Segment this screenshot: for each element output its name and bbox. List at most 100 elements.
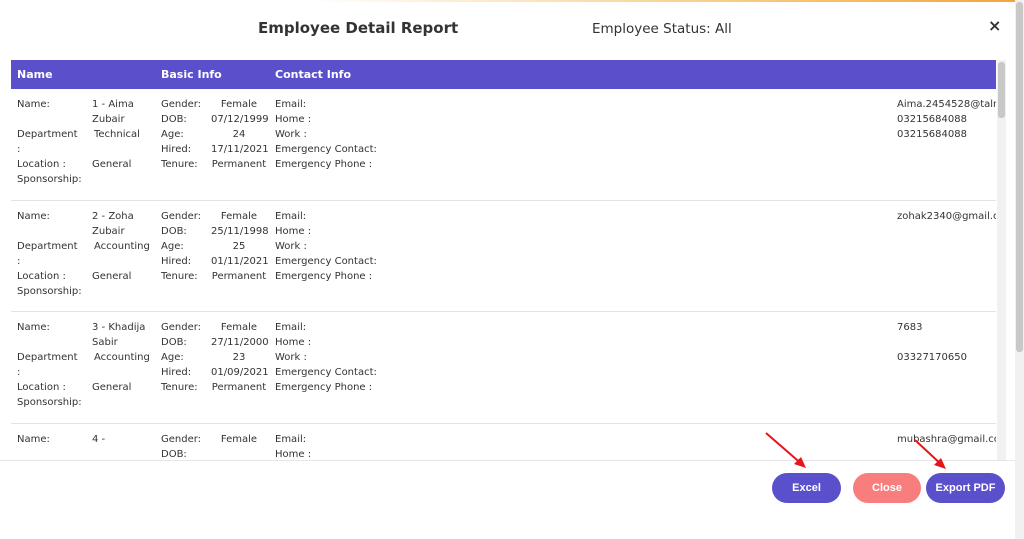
location-value: General — [92, 159, 132, 170]
department-label: Department — [17, 129, 78, 140]
tenure-value: Permanent — [211, 159, 267, 170]
hired-label: Hired: — [161, 144, 192, 155]
emergency-phone-label: Emergency Phone : — [275, 382, 373, 393]
email-value: 7683 — [897, 322, 923, 333]
home-label: Home : — [275, 225, 312, 237]
table-scrollbar[interactable] — [997, 60, 1006, 460]
top-accent-line — [0, 0, 1024, 2]
emergency-contact-label: Emergency Contact: — [275, 367, 377, 378]
employee-table: Name Basic Info Contact Info Name: 1 - Ai… — [11, 60, 996, 460]
dob-label: DOB: — [161, 225, 187, 237]
excel-button[interactable]: Excel — [772, 473, 841, 503]
email-value: zohak2340@gmail.co — [897, 210, 996, 222]
tenure-label: Tenure: — [161, 382, 198, 393]
column-header-contact-info: Contact Info — [275, 68, 352, 81]
work-value: 03327170650 — [897, 352, 967, 363]
table-row: Name:4 -Department:Location :Sponsorship… — [11, 424, 996, 461]
sponsorship-label: Sponsorship: — [17, 397, 82, 408]
work-label: Work : — [275, 352, 307, 363]
age-label: Age: — [161, 129, 184, 140]
gender-value: Female — [220, 433, 258, 445]
table-row: Name: 3 - Khadija Sabir Department Accountin… — [11, 312, 996, 424]
work-label: Work : — [275, 240, 307, 252]
dob-value: 27/11/2000 — [211, 337, 269, 348]
email-value: Aima.2454528@talme — [897, 99, 996, 110]
name-label: Name: — [17, 433, 50, 445]
name-value: 3 - Khadija — [92, 322, 146, 333]
tenure-label: Tenure: — [161, 270, 198, 282]
page-scrollbar[interactable] — [1015, 0, 1024, 539]
hired-value: 01/11/2021 — [211, 255, 269, 267]
employee-status: Employee Status: All — [592, 21, 732, 37]
department-value: Accounting — [94, 240, 150, 252]
table-row: Name: 1 - Aima Zubair Department Technical: L… — [11, 89, 996, 201]
tenure-value: Permanent — [211, 382, 267, 393]
location-label: Location : — [17, 159, 66, 170]
dob-label: DOB: — [161, 448, 187, 460]
hired-label: Hired: — [161, 367, 192, 378]
name-value: 4 - — [92, 433, 106, 445]
emergency-contact-label: Emergency Contact: — [275, 255, 377, 267]
close-button[interactable]: Close — [853, 473, 921, 503]
home-value: 03215684088 — [897, 114, 967, 125]
gender-value: Female — [220, 210, 258, 222]
gender-value: Female — [220, 99, 258, 110]
home-label: Home : — [275, 448, 312, 460]
email-label: Email: — [275, 99, 307, 110]
hired-label: Hired: — [161, 255, 192, 267]
gender-value: Female — [220, 322, 258, 333]
location-value: General — [92, 382, 132, 393]
column-header-name: Name — [17, 68, 53, 81]
dob-value: 25/11/1998 — [211, 225, 269, 237]
tenure-label: Tenure: — [161, 159, 198, 170]
gender-label: Gender: — [161, 99, 202, 110]
age-value: 23 — [232, 352, 246, 363]
tenure-value: Permanent — [211, 270, 267, 282]
dob-value: 07/12/1999 — [211, 114, 269, 125]
hired-value: 01/09/2021 — [211, 367, 269, 378]
department-label: Department — [17, 352, 78, 363]
age-label: Age: — [161, 352, 184, 363]
name-label: Name: — [17, 210, 50, 222]
email-label: Email: — [275, 433, 307, 445]
name-value-2: Zubair — [92, 114, 125, 125]
close-icon[interactable]: × — [988, 16, 1001, 35]
table-row: Name: 2 - Zoha Zubair Department Accounting:… — [11, 201, 996, 312]
home-label: Home : — [275, 114, 312, 125]
dob-label: DOB: — [161, 114, 187, 125]
red-arrow-export-pdf — [914, 439, 946, 469]
department-label: Department — [17, 240, 78, 252]
age-value: 25 — [232, 240, 246, 252]
location-value: General — [92, 270, 132, 282]
table-header: Name Basic Info Contact Info — [11, 60, 996, 89]
location-label: Location : — [17, 270, 66, 282]
emergency-phone-label: Emergency Phone : — [275, 159, 373, 170]
sponsorship-label: Sponsorship: — [17, 285, 82, 297]
age-value: 24 — [232, 129, 246, 140]
name-value: 1 - Aima — [92, 99, 134, 110]
email-label: Email: — [275, 210, 307, 222]
department-value: Accounting — [94, 352, 150, 363]
age-label: Age: — [161, 240, 184, 252]
department-label-colon: : — [17, 144, 21, 155]
work-label: Work : — [275, 129, 307, 140]
department-value: Technical — [94, 129, 140, 140]
department-label-colon: : — [17, 255, 21, 267]
email-label: Email: — [275, 322, 307, 333]
gender-label: Gender: — [161, 322, 202, 333]
hired-value: 17/11/2021 — [211, 144, 269, 155]
red-arrow-excel — [765, 432, 806, 468]
name-value: 2 - Zoha — [92, 210, 134, 222]
gender-label: Gender: — [161, 433, 202, 445]
sponsorship-label: Sponsorship: — [17, 174, 82, 185]
name-label: Name: — [17, 322, 50, 333]
page-title: Employee Detail Report — [258, 19, 459, 37]
home-label: Home : — [275, 337, 312, 348]
column-header-basic-info: Basic Info — [161, 68, 222, 81]
location-label: Location : — [17, 382, 66, 393]
export-pdf-button[interactable]: Export PDF — [926, 473, 1005, 503]
work-value: 03215684088 — [897, 129, 967, 140]
name-label: Name: — [17, 99, 50, 110]
name-value-2: Sabir — [92, 337, 118, 348]
department-label-colon: : — [17, 367, 21, 378]
